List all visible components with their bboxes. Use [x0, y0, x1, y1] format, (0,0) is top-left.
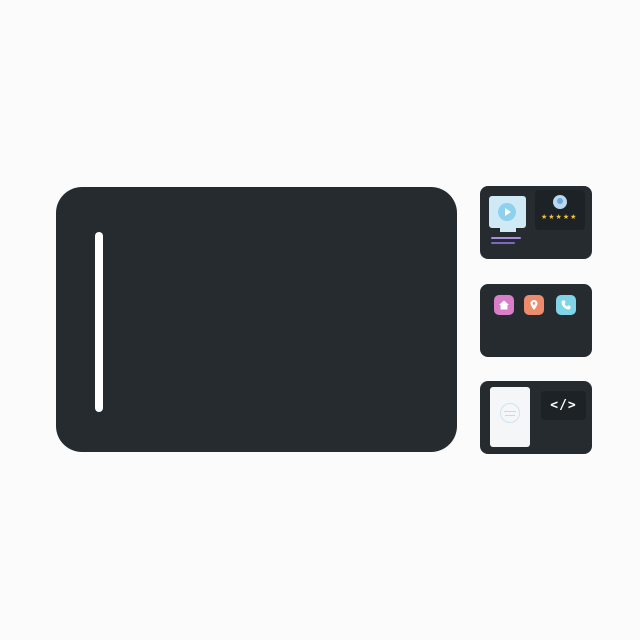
- document-line: [504, 411, 516, 412]
- home-icon[interactable]: [494, 295, 514, 315]
- phone-icon[interactable]: [556, 295, 576, 315]
- play-icon: [498, 203, 516, 221]
- avatar-icon: [553, 195, 567, 209]
- code-icon: </>: [541, 391, 586, 420]
- canvas: ★★★★★ </>: [0, 0, 640, 640]
- star-rating: ★★★★★: [541, 214, 578, 221]
- text-cursor: [95, 232, 103, 412]
- document-line: [505, 415, 515, 416]
- monitor-stand: [500, 228, 516, 232]
- main-panel[interactable]: [56, 187, 457, 452]
- caption-line: [491, 237, 521, 239]
- document-graphic: [500, 403, 520, 423]
- location-pin-icon[interactable]: [524, 295, 544, 315]
- apps-card[interactable]: [480, 284, 592, 357]
- media-reviews-card[interactable]: ★★★★★: [480, 186, 592, 259]
- video-thumbnail: [489, 196, 526, 228]
- caption-line: [491, 242, 515, 244]
- document-icon: [490, 387, 530, 447]
- review-box: ★★★★★: [535, 190, 585, 230]
- document-code-card[interactable]: </>: [480, 381, 592, 454]
